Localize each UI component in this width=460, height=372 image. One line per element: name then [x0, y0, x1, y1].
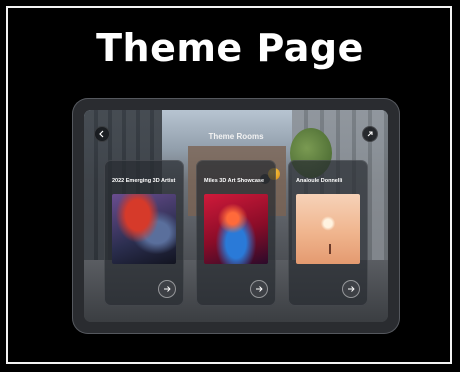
card-title: 2022 Emerging 3D Artist	[112, 178, 176, 184]
screen-title: Theme Rooms	[208, 132, 264, 141]
theme-room-card[interactable]: 2022 Emerging 3D Artist	[104, 160, 184, 306]
tablet-screen: Theme Rooms 2022 Emerging 3D Artist Mile…	[84, 110, 388, 322]
theme-room-card[interactable]: Analoule Donnelli	[288, 160, 368, 306]
arrow-right-icon	[256, 286, 263, 292]
card-open-button[interactable]	[250, 280, 268, 298]
card-artwork-image	[204, 194, 268, 264]
artwork-figure	[329, 244, 331, 254]
arrow-up-right-icon	[367, 131, 373, 137]
theme-room-card[interactable]: Miles 3D Art Showcase	[196, 160, 276, 306]
card-open-button[interactable]	[158, 280, 176, 298]
card-artwork-image	[296, 194, 360, 264]
share-button[interactable]	[362, 126, 378, 142]
card-title: Miles 3D Art Showcase	[204, 178, 265, 184]
tablet-device: Theme Rooms 2022 Emerging 3D Artist Mile…	[72, 98, 400, 334]
card-open-button[interactable]	[342, 280, 360, 298]
arrow-right-icon	[164, 286, 171, 292]
arrow-right-icon	[348, 286, 355, 292]
page-title: Theme Page	[96, 26, 364, 70]
card-title: Analoule Donnelli	[296, 178, 343, 184]
card-artwork-image	[112, 194, 176, 264]
